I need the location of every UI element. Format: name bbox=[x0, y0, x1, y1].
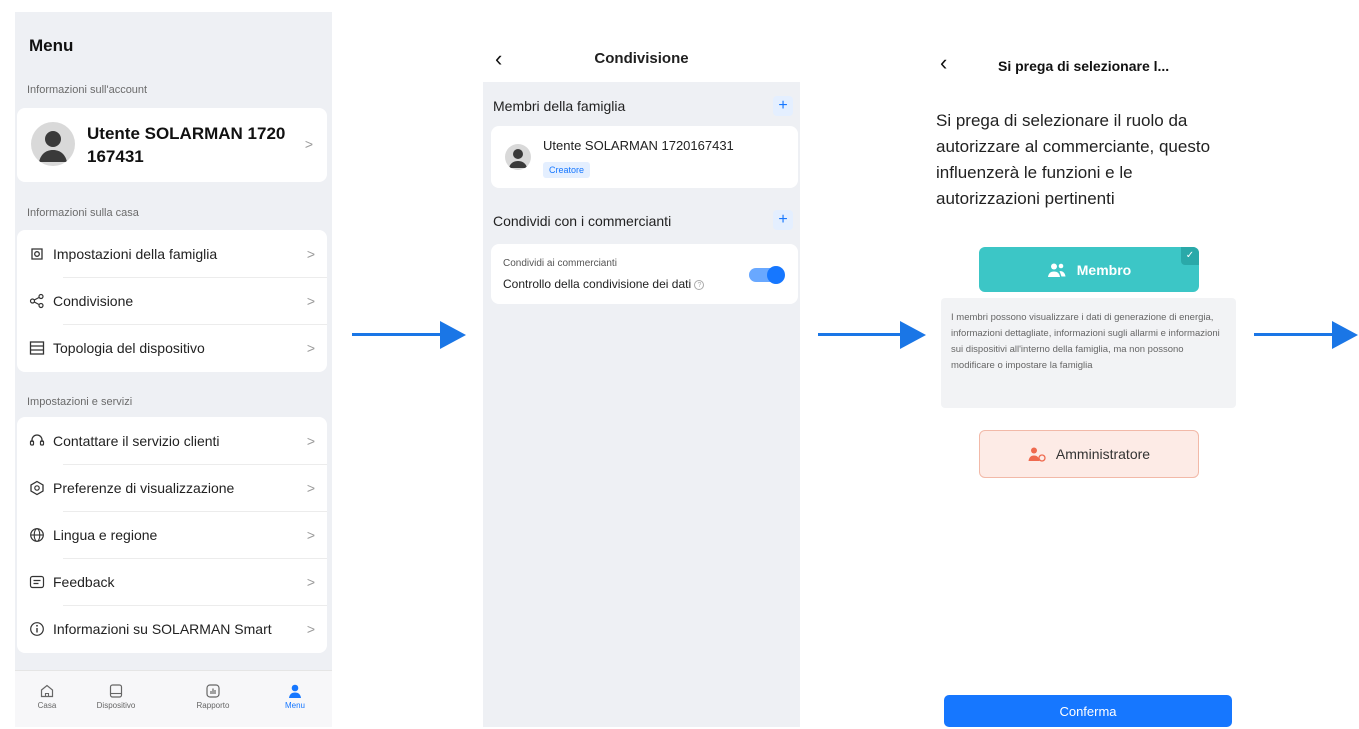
menu-item-about[interactable]: Informazioni su SOLARMAN Smart > bbox=[17, 605, 327, 653]
sharing-screen: ‹ Condivisione Membri della famiglia + U… bbox=[483, 36, 800, 727]
chevron-right-icon: > bbox=[306, 621, 315, 637]
tab-report[interactable]: Rapporto bbox=[183, 683, 243, 710]
page-title: Condivisione bbox=[594, 50, 689, 67]
help-icon[interactable]: ? bbox=[694, 279, 705, 290]
chevron-right-icon: > bbox=[306, 432, 315, 449]
menu-item-customer-service[interactable]: Contattare il servizio clienti > bbox=[17, 417, 327, 464]
tab-menu[interactable]: Menu bbox=[265, 683, 325, 710]
arrow-head-icon bbox=[440, 321, 466, 349]
menu-item-device-topology[interactable]: Topologia del dispositivo > bbox=[17, 324, 327, 372]
share-icon bbox=[29, 293, 44, 308]
member-label: Membro bbox=[1076, 261, 1132, 278]
add-merchant-button[interactable]: + bbox=[773, 210, 793, 230]
globe-icon bbox=[30, 527, 44, 542]
account-section-label: Informazioni sull'account bbox=[27, 84, 148, 96]
headset-icon bbox=[29, 433, 45, 446]
member-name: Utente SOLARMAN 1720167431 bbox=[543, 138, 734, 153]
instruction-text: Si prega di selezionare il ruolo da auto… bbox=[936, 111, 1211, 208]
avatar bbox=[31, 122, 75, 166]
tab-label: Menu bbox=[284, 701, 305, 710]
home-settings-card: Impostazioni della famiglia > Condivisio… bbox=[17, 230, 327, 372]
admin-icon bbox=[1028, 447, 1046, 462]
device-icon bbox=[109, 684, 123, 698]
member-card[interactable]: Utente SOLARMAN 1720167431 Creatore bbox=[491, 126, 798, 188]
tab-device[interactable]: Dispositivo bbox=[86, 683, 146, 710]
menu-item-family-settings[interactable]: Impostazioni della famiglia > bbox=[17, 230, 327, 277]
report-icon bbox=[206, 684, 220, 698]
family-section-label: Membri della famiglia bbox=[493, 98, 626, 114]
menu-item-sharing[interactable]: Condivisione > bbox=[17, 277, 327, 324]
menu-screen: Menu Informazioni sull'account Utente SO… bbox=[15, 12, 332, 727]
services-card: Contattare il servizio clienti > Prefere… bbox=[17, 417, 327, 653]
add-member-button[interactable]: + bbox=[773, 96, 793, 116]
selected-check-icon: ✓ bbox=[1181, 247, 1199, 265]
chevron-right-icon: > bbox=[306, 573, 315, 590]
menu-item-feedback[interactable]: Feedback > bbox=[17, 558, 327, 605]
tab-label: Rapporto bbox=[196, 701, 230, 710]
tab-label: Dispositivo bbox=[96, 701, 136, 710]
flow-arrow bbox=[1254, 333, 1334, 336]
home-section-label: Informazioni sulla casa bbox=[27, 207, 139, 219]
flow-arrow bbox=[352, 333, 442, 336]
data-sharing-toggle[interactable] bbox=[749, 266, 785, 284]
page-title: Menu bbox=[29, 36, 74, 55]
creator-badge: Creatore bbox=[543, 162, 591, 178]
menu-item-display-preferences[interactable]: Preferenze di visualizzazione > bbox=[17, 464, 327, 511]
admin-role-button[interactable]: Amministratore bbox=[979, 430, 1199, 478]
confirm-button[interactable]: Conferma bbox=[944, 695, 1232, 727]
merchants-section-label: Condividi con i commercianti bbox=[493, 213, 672, 229]
menu-item-language-region[interactable]: Lingua e regione > bbox=[17, 511, 327, 558]
avatar bbox=[505, 144, 531, 170]
member-description: I membri possono visualizzare i dati di … bbox=[941, 298, 1236, 408]
merchant-share-card: Condividi ai commercianti Controllo dell… bbox=[491, 244, 798, 304]
menu-item-label: Topologia del dispositivo bbox=[53, 340, 205, 356]
menu-item-label: Feedback bbox=[53, 573, 115, 590]
arrow-head-icon bbox=[1332, 321, 1358, 349]
tab-home[interactable]: Casa bbox=[17, 683, 77, 710]
admin-label: Amministratore bbox=[1055, 446, 1151, 462]
bottom-tab-bar: Casa Dispositivo Rapporto Menu bbox=[15, 670, 332, 727]
family-settings-icon bbox=[31, 247, 43, 260]
toggle-label: Controllo della condivisione dei dati ? bbox=[503, 277, 705, 291]
role-selection-screen: ‹ Si prega di selezionare l... Si prega … bbox=[936, 44, 1241, 727]
chevron-right-icon: > bbox=[306, 479, 315, 496]
toggle-knob bbox=[767, 266, 785, 284]
user-icon bbox=[289, 684, 301, 698]
services-section-label: Impostazioni e servizi bbox=[27, 396, 133, 408]
account-card[interactable]: Utente SOLARMAN 1720 167431 > bbox=[17, 108, 327, 182]
user-name: Utente SOLARMAN 1720 167431 bbox=[87, 124, 286, 166]
tab-label: Casa bbox=[37, 701, 57, 710]
users-icon bbox=[1047, 263, 1066, 277]
menu-item-label: Lingua e regione bbox=[53, 526, 158, 543]
back-arrow-icon[interactable]: ‹ bbox=[940, 50, 947, 76]
menu-item-label: Preferenze di visualizzazione bbox=[53, 479, 235, 496]
chevron-right-icon: > bbox=[306, 526, 315, 543]
info-icon bbox=[30, 622, 44, 636]
topology-icon bbox=[29, 341, 45, 355]
page-title: Si prega di selezionare l... bbox=[998, 58, 1170, 74]
menu-item-label: Impostazioni della famiglia bbox=[53, 245, 218, 262]
chevron-right-icon: > bbox=[306, 340, 315, 356]
chevron-right-icon: > bbox=[306, 292, 315, 309]
chevron-right-icon: > bbox=[304, 136, 313, 152]
arrow-head-icon bbox=[900, 321, 926, 349]
menu-item-label: Condivisione bbox=[53, 292, 134, 309]
display-icon bbox=[30, 480, 44, 495]
toggle-caption: Condividi ai commercianti bbox=[503, 258, 617, 269]
flow-arrow bbox=[818, 333, 902, 336]
feedback-icon bbox=[29, 575, 45, 588]
home-icon bbox=[40, 684, 54, 698]
header: ‹ Condivisione bbox=[483, 36, 800, 82]
member-role-button[interactable]: Membro ✓ bbox=[979, 247, 1199, 292]
chevron-right-icon: > bbox=[306, 245, 315, 262]
menu-item-label: Informazioni su SOLARMAN Smart bbox=[53, 621, 272, 637]
menu-item-label: Contattare il servizio clienti bbox=[53, 432, 220, 449]
